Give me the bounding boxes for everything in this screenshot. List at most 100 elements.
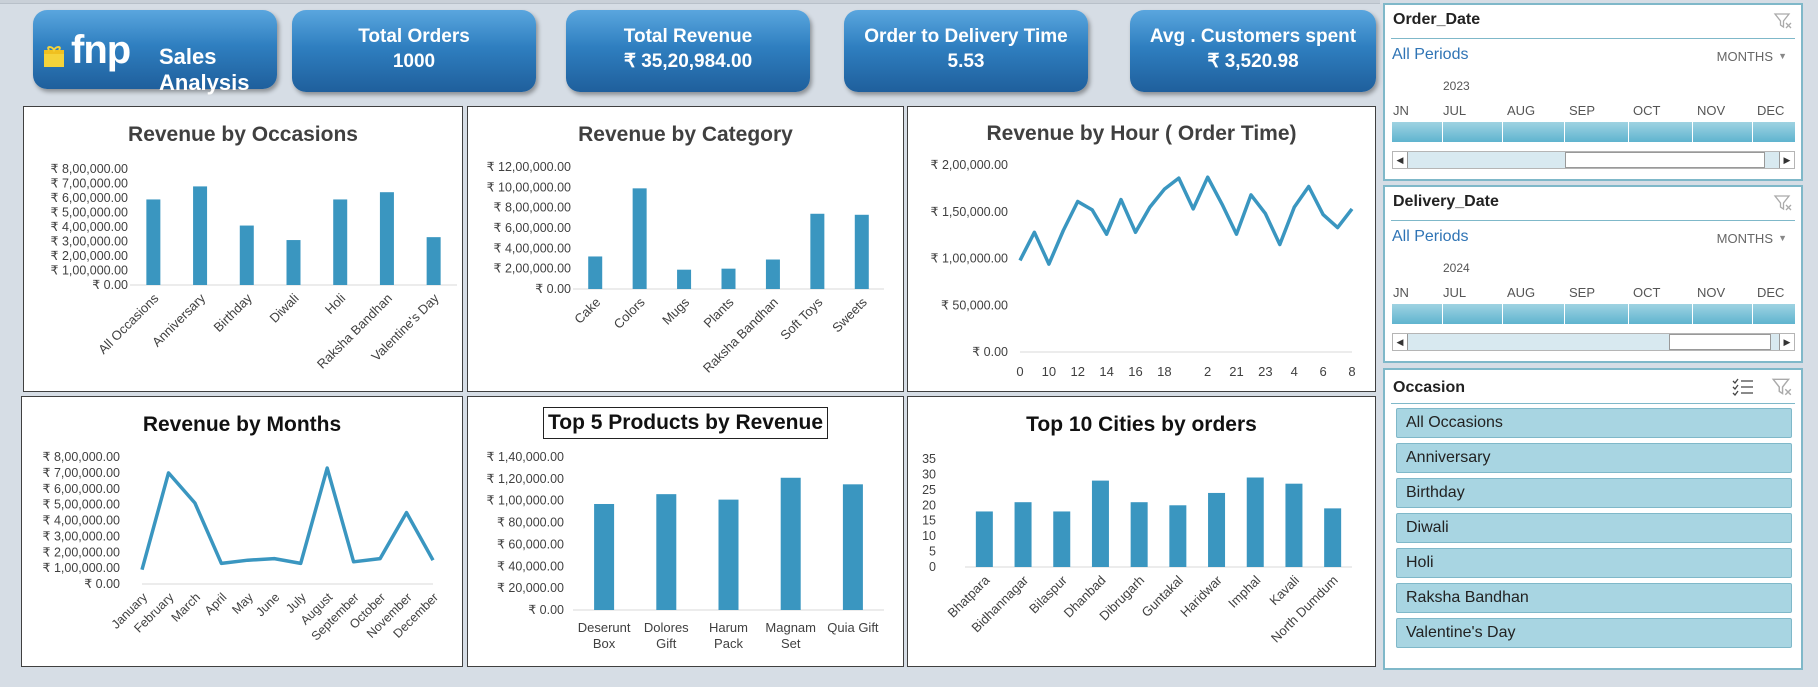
y-tick-label: ₹ 1,00,000.00 — [931, 252, 1009, 266]
x-tick-label: 23 — [1258, 364, 1272, 379]
y-tick-label: ₹ 4,00,000.00 — [43, 514, 121, 528]
chart-plot-occasions: ₹ 8,00,000.00₹ 7,00,000.00₹ 6,00,000.00₹… — [51, 162, 457, 372]
x-tick-label: 16 — [1128, 364, 1142, 379]
y-tick-label: ₹ 20,000.00 — [497, 581, 564, 595]
x-tick-label: 6 — [1320, 364, 1327, 379]
y-tick-label: 0 — [929, 560, 936, 574]
slicer-item-birthday[interactable]: Birthday — [1396, 478, 1792, 508]
slicer-delivery-date[interactable]: Delivery_Date All Periods MONTHS ▼ 2024 … — [1383, 185, 1803, 363]
scroll-thumb[interactable] — [1669, 334, 1771, 350]
month-label: DEC — [1757, 285, 1785, 300]
slicer-item-raksha-bandhan[interactable]: Raksha Bandhan — [1396, 583, 1792, 613]
y-tick-label: ₹ 3,00,000.00 — [43, 529, 121, 543]
chart-revenue-by-hour[interactable]: Revenue by Hour ( Order Time) ₹ 2,00,000… — [907, 106, 1376, 392]
bar — [765, 259, 780, 289]
timeline-selection-band[interactable] — [1392, 304, 1795, 324]
x-tick-label: March — [169, 590, 203, 624]
all-periods-link[interactable]: All Periods — [1392, 46, 1468, 64]
x-tick-label: Guntakal — [1139, 572, 1186, 619]
timeline-scrollbar[interactable]: ◀ ▶ — [1392, 333, 1795, 351]
all-periods-link[interactable]: All Periods — [1392, 228, 1468, 246]
kpi-avg-customer-spend: Avg . Customers spent ₹ 3,520.98 — [1130, 10, 1376, 92]
slicer-item-diwali[interactable]: Diwali — [1396, 513, 1792, 543]
slicer-item-valentines-day[interactable]: Valentine's Day — [1396, 618, 1792, 648]
x-tick-label: Dolores — [644, 620, 689, 635]
chart-plot-months: ₹ 8,00,000.00 ₹ 7,00,000.00 ₹ 6,00,000.00 ₹… — [43, 450, 442, 643]
slicer-item-all-occasions[interactable]: All Occasions — [1396, 408, 1792, 438]
chart-top-cities[interactable]: Top 10 Cities by orders 35 30 25 20 15 10 5 0 Bh… — [907, 396, 1376, 667]
x-tick-label: Holi — [322, 290, 349, 317]
kpi-value: 5.53 — [947, 51, 985, 72]
bar — [286, 240, 301, 285]
month-label: SEP — [1569, 103, 1596, 118]
bar — [810, 213, 825, 289]
kpi-label: Total Revenue — [623, 26, 753, 47]
x-tick-label: Pack — [714, 636, 743, 651]
clear-filter-icon[interactable] — [1773, 11, 1793, 31]
chart-revenue-by-category[interactable]: Revenue by Category ₹ 12,00,000.00 ₹ 10,0… — [467, 106, 904, 392]
x-tick-label: Sweets — [829, 294, 870, 335]
x-tick-label: Cake — [571, 295, 603, 327]
timeline-scrollbar[interactable]: ◀ ▶ — [1392, 151, 1795, 169]
month-label: DEC — [1757, 103, 1785, 118]
brand-logo-card: fnp Sales Analysis — [33, 10, 277, 95]
chevron-down-icon[interactable]: ▼ — [1778, 233, 1787, 243]
slicer-item-anniversary[interactable]: Anniversary — [1396, 443, 1792, 473]
bar — [721, 268, 736, 289]
y-tick-label: ₹ 6,00,000.00 — [494, 221, 572, 235]
y-tick-label: ₹ 3,00,000.00 — [51, 235, 129, 249]
y-tick-label: ₹ 0.00 — [535, 282, 571, 296]
y-tick-label: ₹ 0.00 — [84, 577, 120, 591]
chart-revenue-by-months[interactable]: Revenue by Months ₹ 8,00,000.00 ₹ 7,00,00… — [21, 396, 463, 667]
scroll-left-icon[interactable]: ◀ — [1393, 334, 1408, 350]
x-tick-label: Birthday — [211, 290, 256, 335]
bar — [656, 494, 677, 610]
clear-filter-icon[interactable] — [1773, 193, 1793, 213]
x-tick-label: Diwali — [266, 290, 301, 325]
y-tick-label: ₹ 8,00,000.00 — [51, 162, 129, 176]
month-label: OCT — [1633, 103, 1661, 118]
x-tick-label: Set — [781, 636, 801, 651]
slicer-title: Occasion — [1393, 379, 1466, 396]
series-line — [1018, 175, 1354, 266]
chart-revenue-by-occasions[interactable]: Revenue by Occasions ₹ 8,00,000.00 ₹ 7,00… — [23, 106, 463, 392]
timeline-selection-band[interactable] — [1392, 122, 1795, 142]
scroll-left-icon[interactable]: ◀ — [1393, 152, 1408, 168]
kpi-total-orders: Total Orders 1000 — [292, 10, 536, 92]
bar — [239, 225, 254, 285]
slicer-title: Order_Date — [1393, 11, 1481, 28]
slicer-item-holi[interactable]: Holi — [1396, 548, 1792, 578]
time-level-select[interactable]: MONTHS — [1717, 49, 1773, 64]
scroll-right-icon[interactable]: ▶ — [1779, 334, 1794, 350]
y-tick-label: ₹ 2,00,000.00 — [51, 249, 129, 263]
kpi-value: ₹ 3,520.98 — [1207, 51, 1299, 72]
multi-select-icon[interactable] — [1731, 376, 1755, 398]
clear-filter-icon[interactable] — [1771, 376, 1793, 398]
y-tick-label: ₹ 2,00,000.00 — [43, 545, 121, 559]
x-tick-label: North Dumdum — [1268, 573, 1341, 646]
bar — [1324, 508, 1342, 567]
x-tick-label: Magnam — [765, 620, 816, 635]
x-tick-label: May — [229, 590, 256, 617]
bar — [1169, 505, 1187, 567]
month-label: JN — [1393, 103, 1409, 118]
bar — [146, 199, 161, 285]
month-label: AUG — [1507, 285, 1536, 300]
kpi-value: ₹ 35,20,984.00 — [623, 51, 753, 72]
chart-top-products[interactable]: Top 5 Products by Revenue ₹ 1,40,000.00 ₹… — [467, 396, 904, 667]
scroll-thumb[interactable] — [1565, 152, 1765, 168]
chevron-down-icon[interactable]: ▼ — [1778, 51, 1787, 61]
slicer-occasion[interactable]: Occasion All Occasions Anniversary Birth… — [1383, 368, 1803, 670]
y-tick-label: ₹ 1,40,000.00 — [487, 450, 565, 464]
bar — [1208, 492, 1226, 567]
scroll-right-icon[interactable]: ▶ — [1779, 152, 1794, 168]
x-tick-label: 12 — [1071, 364, 1085, 379]
slicer-order-date[interactable]: Order_Date All Periods MONTHS ▼ 2023 JN … — [1383, 3, 1803, 181]
x-tick-label: All Occasions — [95, 290, 162, 357]
y-tick-label: 35 — [922, 452, 936, 466]
time-level-select[interactable]: MONTHS — [1717, 231, 1773, 246]
timeline-months: JN JUL AUG SEP OCT NOV DEC — [1393, 285, 1795, 301]
y-tick-label: 5 — [929, 545, 936, 559]
x-tick-label: Deserunt — [578, 620, 631, 635]
x-tick-label: Plants — [700, 294, 737, 331]
